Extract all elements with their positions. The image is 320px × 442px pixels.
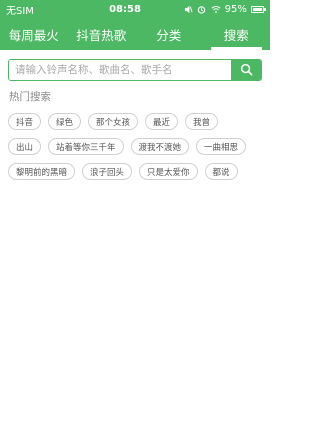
hot-search-title: 热门搜索 <box>9 91 51 103</box>
clock: 08:58 <box>109 3 141 15</box>
tag-row: 黎明前的黑暗 浪子回头 只是太爱你 都说 <box>8 163 262 180</box>
tab-bar: 每周最火 抖音热歌 分类 搜索 <box>0 18 270 50</box>
hot-tag[interactable]: 我曾 <box>185 113 219 130</box>
hot-tag[interactable]: 那个女孩 <box>88 113 139 130</box>
hot-tag[interactable]: 站着等你三千年 <box>48 138 124 155</box>
battery-percent: 95% <box>224 3 247 15</box>
carrier-label: 无SIM <box>6 5 34 17</box>
search-button[interactable] <box>231 60 261 80</box>
tab-categories[interactable]: 分类 <box>135 18 203 50</box>
alarm-icon <box>197 4 206 14</box>
hot-tag[interactable]: 出山 <box>8 138 42 155</box>
hot-tag[interactable]: 一曲相思 <box>196 138 247 155</box>
hot-tag[interactable]: 渡我不渡她 <box>130 138 190 155</box>
tab-weekly-hot[interactable]: 每周最火 <box>0 18 68 50</box>
hot-tag[interactable]: 绿色 <box>48 113 82 130</box>
hot-tag[interactable]: 只是太爱你 <box>139 163 198 180</box>
tab-search[interactable]: 搜索 <box>203 18 271 50</box>
tag-row: 出山 站着等你三千年 渡我不渡她 一曲相思 <box>8 138 262 155</box>
tab-douyin-hits[interactable]: 抖音热歌 <box>68 18 136 50</box>
search-icon <box>240 61 253 80</box>
battery-icon <box>250 5 267 13</box>
tag-row: 抖音 绿色 那个女孩 最近 我曾 <box>8 113 262 130</box>
hot-search-tags: 抖音 绿色 那个女孩 最近 我曾 出山 站着等你三千年 渡我不渡她 一曲相思 黎… <box>8 113 262 180</box>
status-bar: 无SIM 08:58 95% <box>0 0 270 18</box>
mute-icon <box>184 4 193 14</box>
hot-tag[interactable]: 黎明前的黑暗 <box>8 163 76 180</box>
search-input[interactable] <box>9 60 231 80</box>
wifi-icon <box>211 4 221 14</box>
status-icons: 95% <box>184 3 267 15</box>
tab-label: 分类 <box>156 27 182 43</box>
hot-tag[interactable]: 浪子回头 <box>82 163 133 180</box>
hot-tag[interactable]: 最近 <box>145 113 179 130</box>
search-bar <box>8 59 262 81</box>
tab-label: 每周最火 <box>8 27 59 43</box>
hot-tag[interactable]: 抖音 <box>8 113 42 130</box>
hot-tag[interactable]: 都说 <box>204 163 238 180</box>
tab-label: 搜索 <box>223 27 249 43</box>
tab-label: 抖音热歌 <box>76 27 127 43</box>
